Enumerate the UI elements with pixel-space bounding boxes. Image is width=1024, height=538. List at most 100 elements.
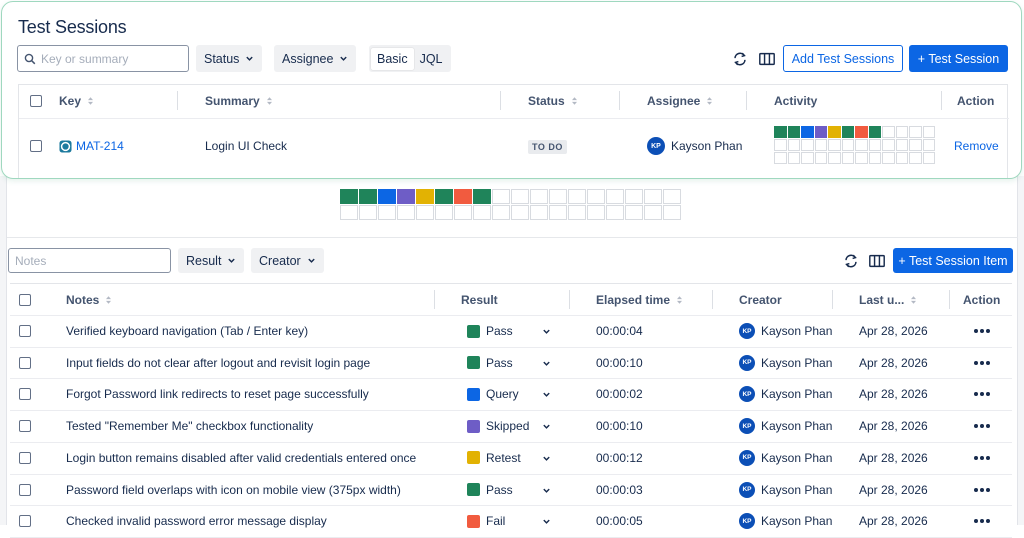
refresh-icon[interactable]: [731, 50, 749, 68]
row-checkbox[interactable]: [19, 420, 31, 433]
column-header-key[interactable]: Key: [59, 85, 94, 116]
activity-cell: [909, 152, 922, 164]
row-creator: KP Kayson Phan: [739, 354, 832, 372]
new-test-session-button[interactable]: + Test Session: [909, 45, 1008, 72]
row-divider: [10, 473, 1012, 475]
row-notes[interactable]: Password field overlaps with icon on mob…: [66, 482, 401, 498]
column-header-status[interactable]: Status: [528, 85, 578, 116]
row-checkbox[interactable]: [19, 515, 31, 528]
result-dropdown[interactable]: Pass: [467, 323, 513, 339]
toggle-basic[interactable]: Basic: [371, 47, 414, 70]
column-header-assignee[interactable]: Assignee: [647, 85, 713, 116]
columns-icon[interactable]: [758, 50, 776, 68]
activity-cell: [882, 126, 895, 138]
result-dropdown[interactable]: Pass: [467, 355, 513, 371]
progress-cell: [416, 205, 434, 220]
avatar: KP: [739, 418, 755, 435]
column-header-activity: Activity: [774, 85, 817, 116]
row-checkbox[interactable]: [19, 356, 31, 369]
progress-cell: [530, 189, 548, 204]
row-notes[interactable]: Forgot Password link redirects to reset …: [66, 386, 369, 402]
result-label: Pass: [486, 482, 513, 497]
result-dropdown[interactable]: Query: [467, 386, 519, 402]
column-divider: [500, 91, 501, 110]
refresh-icon[interactable]: [842, 252, 860, 270]
row-creator: KP Kayson Phan: [739, 481, 832, 499]
more-icon[interactable]: [974, 424, 990, 429]
result-dropdown[interactable]: Retest: [467, 450, 521, 466]
key-summary-search-wrap[interactable]: [17, 45, 189, 72]
more-icon[interactable]: [974, 392, 990, 397]
more-icon[interactable]: [974, 329, 990, 333]
more-icon[interactable]: [974, 455, 990, 460]
column-header-label: Notes: [66, 292, 100, 307]
row-notes[interactable]: Login button remains disabled after vali…: [66, 450, 416, 466]
more-icon[interactable]: [974, 360, 990, 365]
session-key-link[interactable]: MAT-214: [76, 139, 124, 153]
status-filter-dropdown[interactable]: Status: [196, 45, 263, 72]
result-dropdown[interactable]: Fail: [467, 513, 505, 529]
session-status-icon: [59, 139, 72, 153]
column-divider: [941, 91, 942, 110]
row-checkbox[interactable]: [19, 325, 31, 337]
result-dropdown[interactable]: Pass: [467, 482, 513, 498]
assignee-filter-dropdown[interactable]: Assignee: [274, 45, 357, 72]
chevron-down-icon[interactable]: [542, 454, 551, 463]
progress-cell: [416, 189, 434, 204]
key-summary-search-input[interactable]: [41, 51, 171, 66]
column-header-label: Activity: [774, 93, 818, 108]
row-notes[interactable]: Input fields do not clear after logout a…: [66, 355, 370, 371]
remove-button[interactable]: Remove: [954, 138, 999, 154]
activity-cell: [814, 152, 827, 164]
column-header-summary[interactable]: Summary: [205, 85, 273, 116]
more-icon[interactable]: [974, 519, 990, 524]
chevron-down-icon[interactable]: [542, 359, 551, 368]
progress-cell: [568, 205, 586, 220]
row-checkbox[interactable]: [30, 140, 42, 152]
select-all-checkbox[interactable]: [30, 95, 42, 107]
column-header-label: Result: [461, 292, 498, 307]
row-notes[interactable]: Verified keyboard navigation (Tab / Ente…: [66, 323, 308, 339]
chevron-down-icon[interactable]: [542, 390, 551, 399]
result-filter-dropdown[interactable]: Result: [178, 248, 245, 273]
creator-name: Kayson Phan: [761, 387, 833, 402]
column-header-last-updated[interactable]: Last u...: [859, 284, 917, 315]
column-header-elapsed-time[interactable]: Elapsed time: [596, 284, 683, 315]
column-header-result[interactable]: Result: [461, 284, 498, 315]
select-all-checkbox[interactable]: [19, 294, 31, 306]
avatar: KP: [647, 137, 665, 155]
more-icon[interactable]: [974, 487, 990, 492]
row-notes[interactable]: Checked invalid password error message d…: [66, 513, 327, 529]
creator-filter-dropdown[interactable]: Creator: [251, 248, 324, 273]
row-checkbox[interactable]: [19, 388, 31, 401]
activity-grid: [774, 126, 935, 164]
status-filter-label: Status: [204, 51, 240, 66]
columns-icon[interactable]: [868, 252, 886, 270]
column-header-creator[interactable]: Creator: [739, 284, 782, 315]
toggle-jql[interactable]: JQL: [414, 48, 449, 70]
notes-search-input-wrap[interactable]: [8, 248, 171, 273]
chevron-down-icon[interactable]: [542, 422, 551, 431]
activity-cell: [882, 139, 895, 151]
row-checkbox[interactable]: [19, 451, 31, 464]
activity-cell: [895, 126, 908, 138]
chevron-down-icon[interactable]: [542, 327, 551, 336]
activity-cell: [787, 126, 800, 138]
activity-cell: [922, 152, 935, 164]
row-last-updated: Apr 28, 2026: [859, 450, 928, 465]
result-label: Retest: [486, 450, 521, 465]
row-notes[interactable]: Tested "Remember Me" checkbox functional…: [66, 418, 313, 434]
result-dropdown[interactable]: Skipped: [467, 418, 529, 434]
row-checkbox[interactable]: [19, 483, 31, 496]
progress-cell: [663, 205, 681, 220]
result-color-swatch: [467, 514, 480, 528]
add-test-sessions-button[interactable]: Add Test Sessions: [783, 45, 903, 72]
chevron-down-icon[interactable]: [542, 486, 551, 495]
column-header-notes[interactable]: Notes: [66, 284, 112, 315]
add-session-item-button[interactable]: + Test Session Item: [893, 248, 1013, 273]
session-summary[interactable]: Login UI Check: [205, 138, 287, 154]
activity-cell: [895, 152, 908, 164]
session-key[interactable]: MAT-214: [59, 138, 124, 154]
column-divider: [569, 290, 570, 309]
notes-search-input[interactable]: [15, 253, 150, 268]
